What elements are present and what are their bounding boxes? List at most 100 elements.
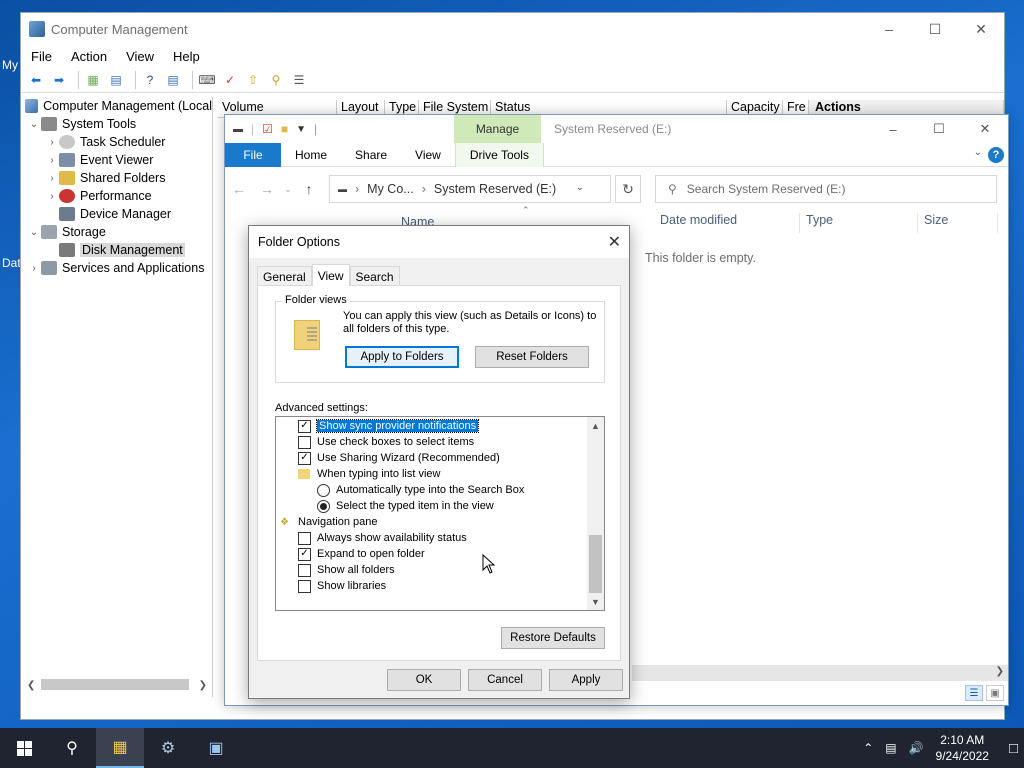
advanced-settings-list[interactable]: ✓ Show sync provider notifications Use c… — [275, 416, 605, 611]
chevron-right-icon[interactable]: › — [45, 191, 59, 202]
setting-select-typed-item[interactable]: Select the typed item in the view — [317, 498, 494, 514]
setting-always-show-availability[interactable]: Always show availability status — [298, 530, 467, 546]
menu-view[interactable]: View — [126, 49, 154, 64]
ribbon-tab-home[interactable]: Home — [281, 148, 341, 162]
list-view-icon[interactable]: ☰ — [290, 71, 308, 89]
checkbox-checked[interactable]: ✓ — [298, 547, 311, 561]
setting-auto-type-search-box[interactable]: Automatically type into the Search Box — [317, 482, 524, 498]
start-button[interactable] — [0, 728, 48, 768]
address-dropdown-icon[interactable]: ⌄ — [576, 182, 584, 193]
radio-selected[interactable] — [317, 499, 330, 513]
folder-up-icon[interactable]: ⇧ — [244, 71, 262, 89]
new-folder-icon[interactable]: ■ — [281, 122, 288, 136]
back-arrow-icon[interactable]: ⬅ — [27, 71, 45, 89]
ribbon-tab-view[interactable]: View — [401, 148, 455, 162]
menu-action[interactable]: Action — [71, 49, 107, 64]
tree-item-computer-management[interactable]: Computer Management (Local — [23, 97, 212, 115]
scroll-thumb[interactable] — [41, 679, 189, 690]
up-folder-icon[interactable]: ▦ — [84, 71, 102, 89]
up-arrow-icon[interactable]: ↑ — [295, 181, 323, 197]
advanced-settings-scrollbar[interactable]: ▲ ▼ — [587, 417, 604, 610]
tree-item-shared-folders[interactable]: › Shared Folders — [23, 169, 212, 187]
show-hide-tree-icon[interactable]: ▤ — [107, 71, 125, 89]
search-input[interactable]: ⚲ Search System Reserved (E:) — [655, 175, 997, 203]
setting-show-sync-provider-notifications[interactable]: ✓ Show sync provider notifications — [298, 418, 480, 434]
connect-icon[interactable]: ⌨ — [198, 71, 216, 89]
refresh-button[interactable]: ↻ — [615, 175, 641, 203]
setting-expand-to-open-folder[interactable]: ✓ Expand to open folder — [298, 546, 425, 562]
tree-item-services-applications[interactable]: › Services and Applications — [23, 259, 212, 277]
title-bar[interactable]: Computer Management – ☐ ✕ — [21, 13, 1004, 45]
customize-quick-access-icon[interactable]: ▼ — [296, 124, 306, 135]
tab-general[interactable]: General — [257, 266, 312, 286]
chevron-down-icon[interactable]: ⌄ — [27, 119, 41, 130]
maximize-button[interactable]: ☐ — [916, 115, 962, 143]
tree-item-performance[interactable]: › Performance — [23, 187, 212, 205]
checkbox-checked[interactable]: ✓ — [298, 451, 311, 465]
taskbar-file-explorer[interactable]: ▦ — [96, 728, 144, 768]
recent-locations-icon[interactable]: ⌄ — [281, 184, 295, 195]
restore-defaults-button[interactable]: Restore Defaults — [501, 627, 605, 649]
scroll-thumb[interactable] — [589, 535, 602, 593]
tree-item-storage[interactable]: ⌄ Storage — [23, 223, 212, 241]
address-bar[interactable]: ▬ › My Co... › System Reserved (E:) ⌄ — [329, 175, 611, 203]
forward-arrow-icon[interactable]: ➡ — [50, 71, 68, 89]
setting-show-all-folders[interactable]: Show all folders — [298, 562, 395, 578]
cancel-button[interactable]: Cancel — [468, 669, 542, 691]
show-hidden-icons-icon[interactable]: ⌃ — [863, 741, 873, 755]
breadcrumb-my-computer[interactable]: My Co... — [367, 182, 414, 196]
volume-icon[interactable]: 🔊 — [909, 741, 924, 755]
tree-item-system-tools[interactable]: ⌄ System Tools — [23, 115, 212, 133]
chevron-right-icon[interactable]: › — [27, 263, 41, 274]
tree-horizontal-scrollbar[interactable]: ❮ ❯ — [23, 677, 211, 693]
desktop-icon-label[interactable]: My — [2, 58, 18, 72]
manage-context-tab[interactable]: Manage — [454, 115, 541, 143]
checkbox-checked[interactable]: ✓ — [298, 419, 311, 433]
minimize-button[interactable]: – — [866, 13, 912, 45]
network-icon[interactable]: ▤ — [885, 741, 896, 755]
chevron-down-icon[interactable]: ⌄ — [27, 227, 41, 238]
help-icon[interactable]: ? — [141, 71, 159, 89]
scroll-down-icon[interactable]: ▼ — [587, 593, 604, 610]
help-icon[interactable]: ? — [988, 147, 1004, 163]
tab-view[interactable]: View — [311, 264, 350, 286]
ribbon-tab-file[interactable]: File — [225, 142, 281, 167]
radio-unselected[interactable] — [317, 483, 330, 497]
tab-search[interactable]: Search — [349, 266, 400, 286]
maximize-button[interactable]: ☐ — [912, 13, 958, 45]
tree-item-event-viewer[interactable]: › Event Viewer — [23, 151, 212, 169]
scroll-right-icon[interactable]: ❯ — [996, 666, 1004, 677]
apply-button[interactable]: Apply — [549, 669, 623, 691]
close-icon[interactable]: ✕ — [608, 232, 621, 252]
chevron-right-icon[interactable]: › — [45, 155, 59, 166]
large-icons-view-icon[interactable]: ▣ — [986, 685, 1004, 701]
search-button[interactable]: ⚲ — [48, 728, 96, 768]
apply-to-folders-button[interactable]: Apply to Folders — [345, 346, 459, 368]
details-view-icon[interactable]: ☰ — [965, 685, 983, 701]
menu-file[interactable]: File — [31, 49, 52, 64]
column-size[interactable]: Size — [918, 213, 998, 233]
clock[interactable]: 2:10 AM 9/24/2022 — [936, 732, 989, 764]
close-button[interactable]: ✕ — [958, 13, 1004, 45]
reset-folders-button[interactable]: Reset Folders — [475, 346, 589, 368]
scroll-up-icon[interactable]: ▲ — [587, 417, 604, 434]
tree-item-task-scheduler[interactable]: › Task Scheduler — [23, 133, 212, 151]
setting-use-sharing-wizard[interactable]: ✓ Use Sharing Wizard (Recommended) — [298, 450, 500, 466]
chevron-right-icon[interactable]: › — [45, 173, 59, 184]
close-button[interactable]: ✕ — [962, 115, 1008, 143]
tree-item-disk-management[interactable]: Disk Management — [23, 241, 212, 259]
properties-icon[interactable]: ▤ — [164, 71, 182, 89]
ribbon-tab-share[interactable]: Share — [341, 148, 401, 162]
explorer-horizontal-scrollbar[interactable]: ❯ — [632, 665, 1008, 681]
back-arrow-icon[interactable]: ← — [225, 181, 253, 197]
notifications-icon[interactable]: □ — [1009, 740, 1018, 757]
checkbox-unchecked[interactable] — [298, 563, 311, 577]
checkbox-unchecked[interactable] — [298, 531, 311, 545]
taskbar-computer-management[interactable]: ▣ — [192, 728, 240, 768]
minimize-button[interactable]: – — [870, 115, 916, 143]
taskbar-app[interactable]: ⚙ — [144, 728, 192, 768]
explorer-title-bar[interactable]: ▬ | ☑ ■ ▼ | Manage System Reserved (E:) … — [225, 115, 1008, 143]
breadcrumb-chevron-icon[interactable]: › — [422, 182, 426, 196]
dialog-title-bar[interactable]: Folder Options ✕ — [249, 226, 629, 258]
checkbox-unchecked[interactable] — [298, 435, 311, 449]
